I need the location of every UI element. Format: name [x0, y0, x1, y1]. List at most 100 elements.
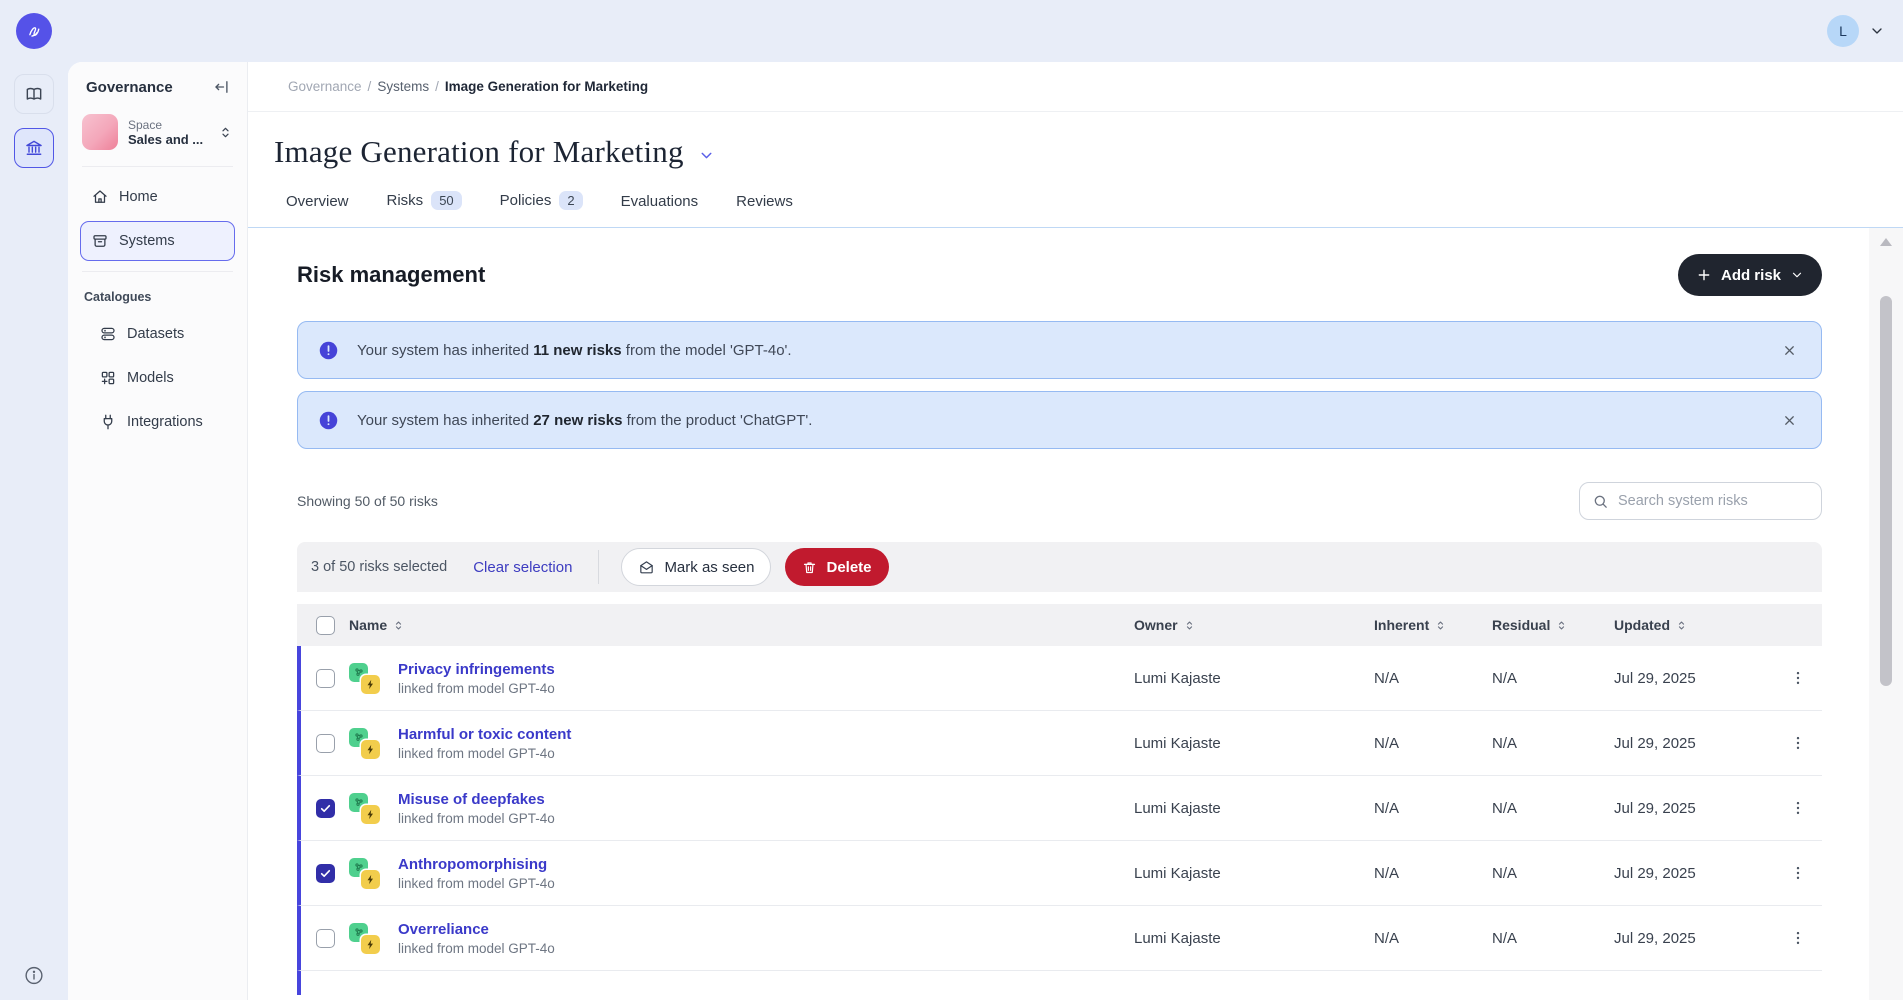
- scrollbar-thumb[interactable]: [1880, 296, 1892, 686]
- lightning-icon: [361, 740, 380, 759]
- mark-as-seen-button[interactable]: Mark as seen: [621, 548, 771, 586]
- add-risk-button[interactable]: Add risk: [1678, 254, 1822, 296]
- sidebar-item-models[interactable]: Models: [80, 358, 235, 398]
- scrollbar-track[interactable]: [1869, 228, 1903, 1000]
- owner-cell: Lumi Kajaste: [1134, 735, 1374, 752]
- space-switcher-name: Sales and ...: [128, 132, 208, 147]
- sidebar-item-systems[interactable]: Systems: [80, 221, 235, 261]
- delete-button[interactable]: Delete: [785, 548, 888, 586]
- updated-cell: Jul 29, 2025: [1614, 800, 1774, 817]
- risk-type-icon: [349, 793, 380, 824]
- tab[interactable]: Reviews: [734, 193, 795, 227]
- updated-cell: Jul 29, 2025: [1614, 930, 1774, 947]
- row-checkbox[interactable]: [316, 669, 335, 688]
- top-bar: L: [0, 0, 1903, 62]
- tab-label: Overview: [286, 193, 349, 210]
- breadcrumb-separator: /: [435, 79, 439, 94]
- breadcrumb-governance[interactable]: Governance: [288, 79, 362, 94]
- table-row[interactable]: Privacy infringements linked from model …: [297, 646, 1822, 711]
- chevrons-up-down-icon: [218, 125, 233, 140]
- page-title: Image Generation for Marketing: [274, 134, 684, 170]
- sort-icon: [1435, 620, 1446, 631]
- systems-icon: [91, 232, 109, 250]
- column-header-owner[interactable]: Owner: [1134, 617, 1374, 633]
- risk-name-link[interactable]: Harmful or toxic content: [398, 726, 571, 743]
- collapse-sidebar-icon[interactable]: [213, 78, 231, 96]
- account-menu[interactable]: L: [1827, 15, 1885, 47]
- table-row[interactable]: Anthropomorphising linked from model GPT…: [297, 841, 1822, 906]
- risk-name-link[interactable]: Anthropomorphising: [398, 856, 555, 873]
- scroll-up-arrow[interactable]: [1880, 238, 1892, 246]
- sidebar-item-datasets[interactable]: Datasets: [80, 314, 235, 354]
- governance-rail-button[interactable]: [14, 128, 54, 168]
- sidebar-item-label: Home: [119, 189, 158, 205]
- close-icon[interactable]: [1778, 409, 1801, 432]
- owner-cell: Lumi Kajaste: [1134, 865, 1374, 882]
- sidebar-item-home[interactable]: Home: [80, 177, 235, 217]
- sidebar-item-label: Systems: [119, 233, 175, 249]
- chevron-down-icon[interactable]: [1869, 23, 1885, 39]
- tab[interactable]: Evaluations: [619, 193, 701, 227]
- sidebar-item-label: Models: [127, 370, 174, 386]
- tab[interactable]: Policies 2: [498, 191, 585, 227]
- risk-type-icon: [349, 728, 380, 759]
- table-row-partial: [297, 971, 1822, 995]
- table-header: Name Owner Inherent Residual Updated: [297, 604, 1822, 646]
- title-chevron-down-icon[interactable]: [698, 147, 715, 164]
- tab[interactable]: Risks 50: [385, 191, 464, 227]
- row-checkbox[interactable]: [316, 929, 335, 948]
- sidebar: Governance Space Sales and ...: [68, 62, 248, 1000]
- alert-circle-icon: [318, 340, 339, 361]
- delete-label: Delete: [826, 559, 871, 576]
- space-switcher-label: Space: [128, 118, 208, 132]
- table-body: Privacy infringements linked from model …: [297, 646, 1822, 971]
- search-box[interactable]: [1579, 482, 1822, 520]
- app-logo[interactable]: [16, 13, 52, 49]
- row-checkbox[interactable]: [316, 734, 335, 753]
- row-menu-kebab-icon[interactable]: [1774, 864, 1822, 882]
- alert-circle-icon: [318, 410, 339, 431]
- table-row[interactable]: Harmful or toxic content linked from mod…: [297, 711, 1822, 776]
- lightning-icon: [361, 675, 380, 694]
- inherited-risks-alert: Your system has inherited 27 new risks f…: [297, 391, 1822, 449]
- row-menu-kebab-icon[interactable]: [1774, 799, 1822, 817]
- breadcrumb-separator: /: [368, 79, 372, 94]
- close-icon[interactable]: [1778, 339, 1801, 362]
- sort-icon: [1184, 620, 1195, 631]
- column-header-updated[interactable]: Updated: [1614, 617, 1774, 633]
- clear-selection-link[interactable]: Clear selection: [473, 559, 572, 576]
- lightning-icon: [361, 805, 380, 824]
- search-input[interactable]: [1618, 493, 1809, 509]
- select-all-checkbox[interactable]: [316, 616, 335, 635]
- logo-squiggle-icon: [23, 20, 45, 42]
- space-switcher[interactable]: Space Sales and ...: [80, 110, 235, 164]
- sort-icon: [393, 620, 404, 631]
- column-header-inherent[interactable]: Inherent: [1374, 617, 1492, 633]
- row-checkbox[interactable]: [316, 864, 335, 883]
- library-rail-button[interactable]: [14, 74, 54, 114]
- table-row[interactable]: Misuse of deepfakes linked from model GP…: [297, 776, 1822, 841]
- risk-name-link[interactable]: Overreliance: [398, 921, 555, 938]
- column-header-residual[interactable]: Residual: [1492, 617, 1614, 633]
- owner-cell: Lumi Kajaste: [1134, 930, 1374, 947]
- avatar[interactable]: L: [1827, 15, 1859, 47]
- sidebar-item-integrations[interactable]: Integrations: [80, 402, 235, 442]
- tab[interactable]: Overview: [284, 193, 351, 227]
- selection-count: 3 of 50 risks selected: [311, 559, 447, 575]
- breadcrumb-systems[interactable]: Systems: [377, 79, 429, 94]
- row-menu-kebab-icon[interactable]: [1774, 929, 1822, 947]
- inherent-cell: N/A: [1374, 865, 1492, 882]
- alert-text: Your system has inherited 27 new risks f…: [357, 412, 1778, 429]
- row-checkbox[interactable]: [316, 799, 335, 818]
- row-menu-kebab-icon[interactable]: [1774, 734, 1822, 752]
- risk-name-link[interactable]: Misuse of deepfakes: [398, 791, 555, 808]
- row-menu-kebab-icon[interactable]: [1774, 669, 1822, 687]
- risk-linked-source: linked from model GPT-4o: [398, 681, 555, 696]
- table-row[interactable]: Overreliance linked from model GPT-4o Lu…: [297, 906, 1822, 971]
- breadcrumb-current: Image Generation for Marketing: [445, 79, 648, 94]
- sidebar-item-label: Integrations: [127, 414, 203, 430]
- risk-name-link[interactable]: Privacy infringements: [398, 661, 555, 678]
- plug-icon: [99, 413, 117, 431]
- column-header-name[interactable]: Name: [349, 617, 1134, 633]
- info-icon[interactable]: [24, 965, 45, 986]
